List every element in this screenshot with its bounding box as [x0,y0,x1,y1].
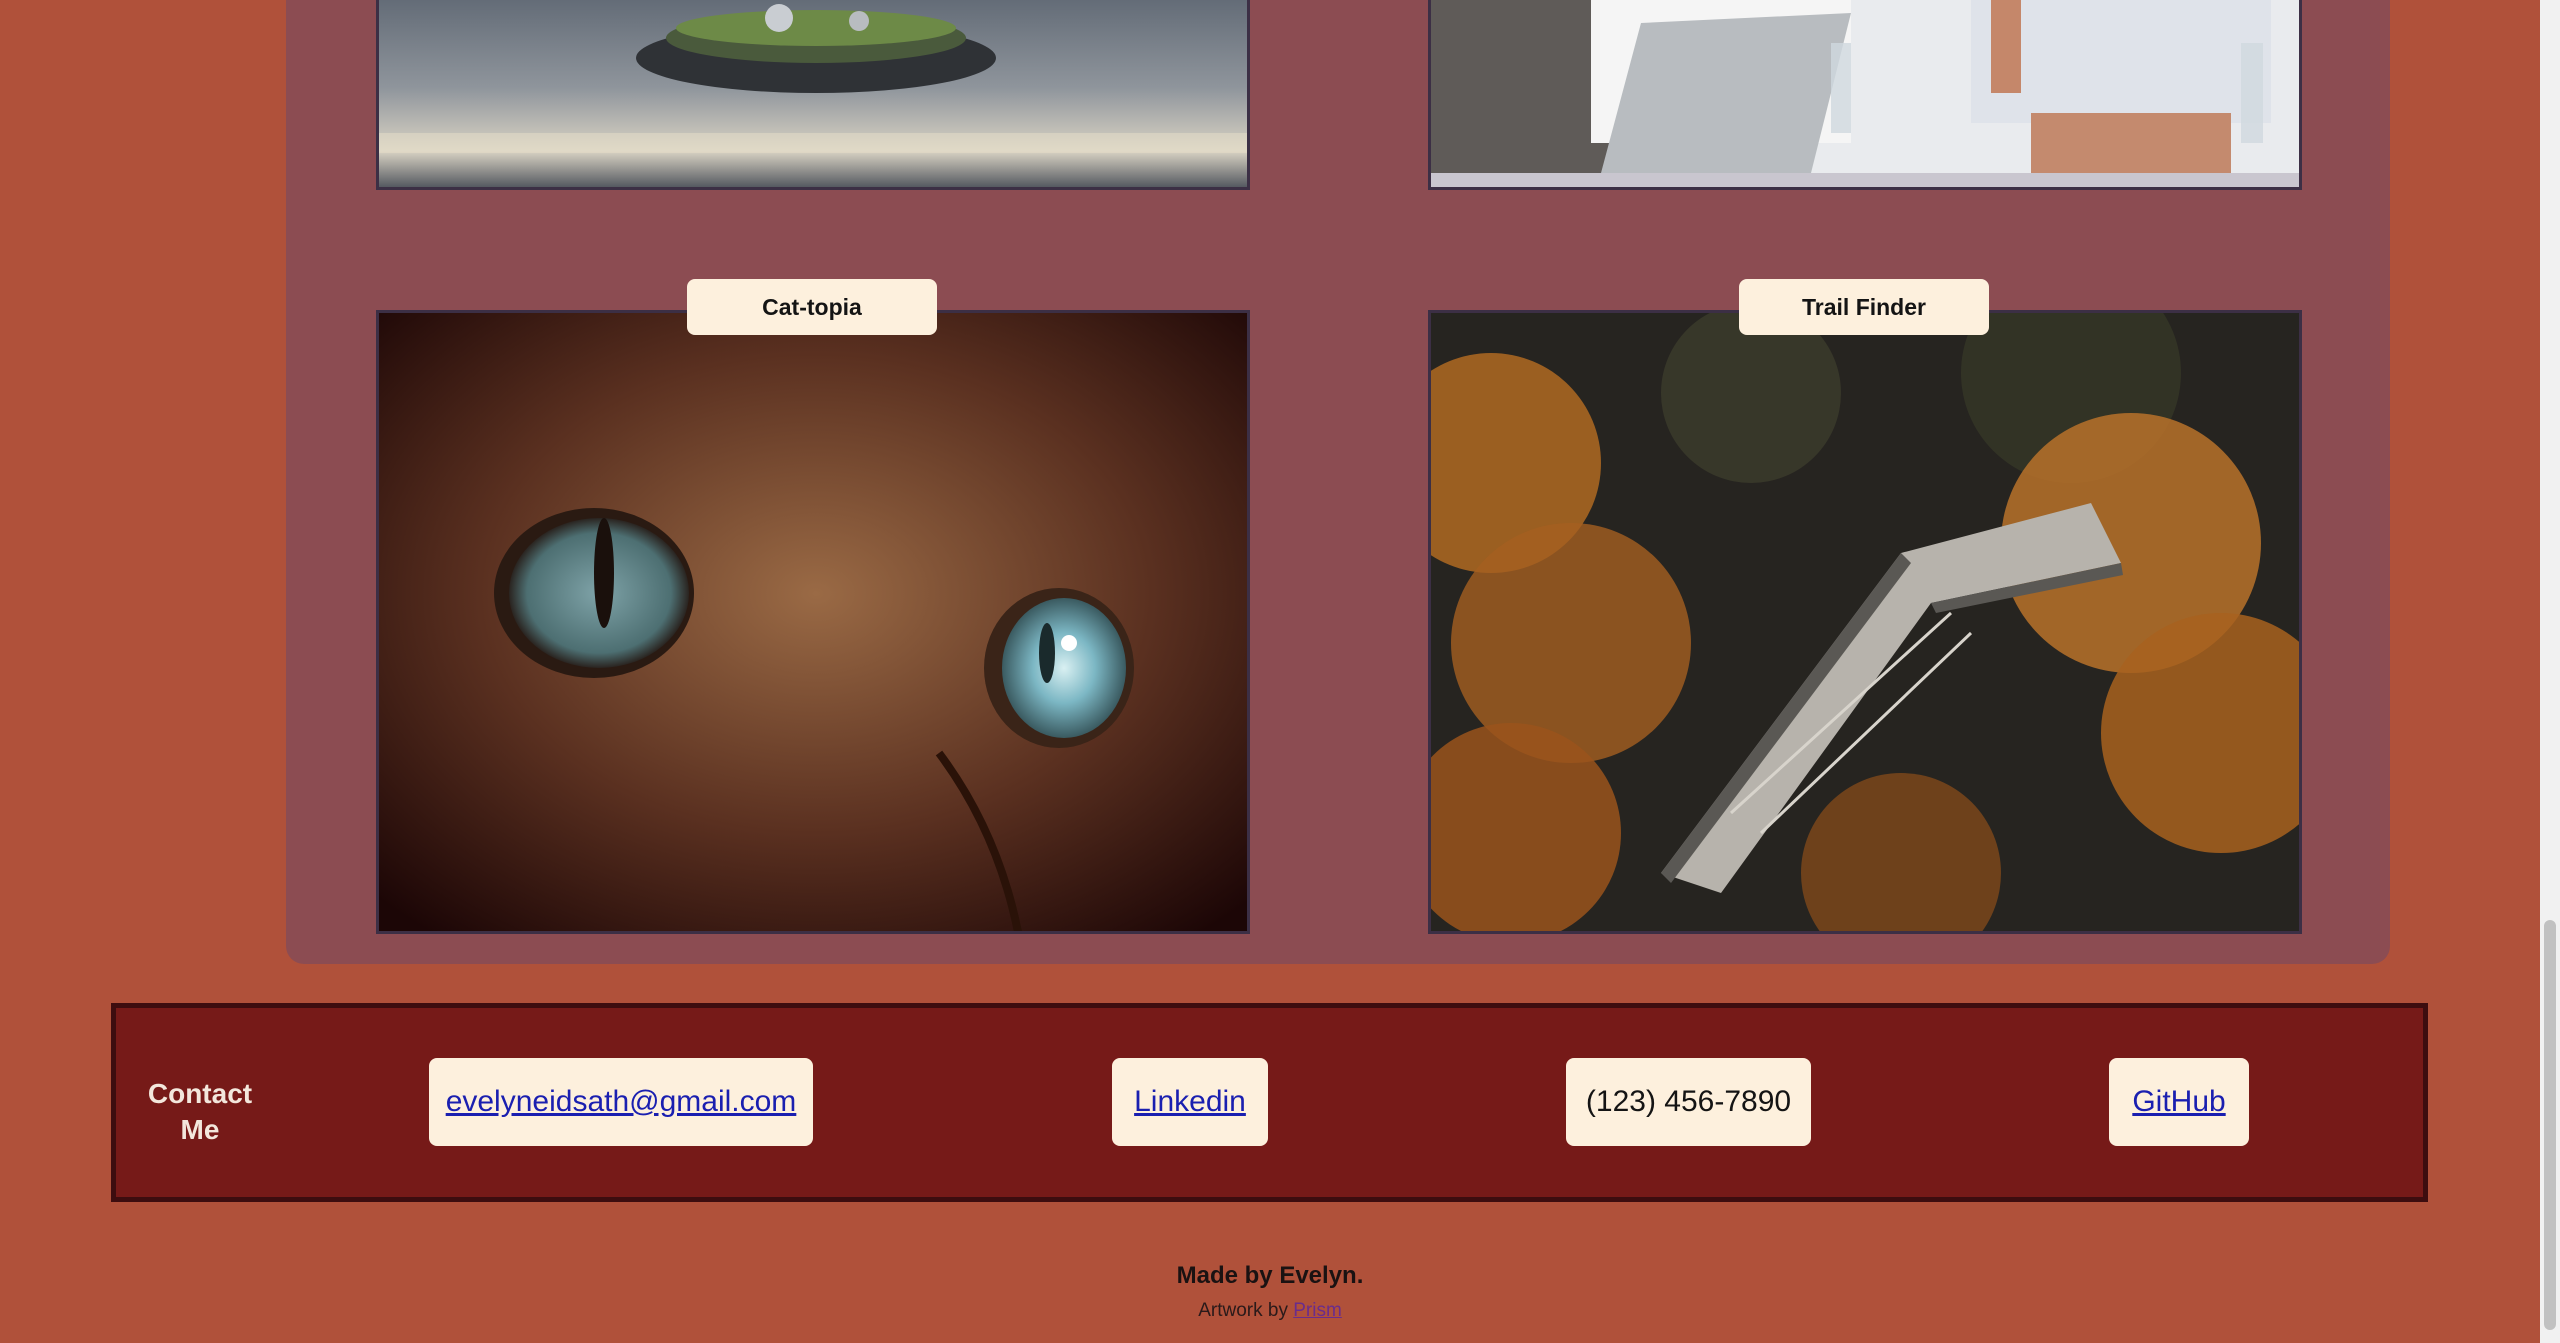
cat-eyes-image [379,313,1247,931]
phone-number: (123) 456-7890 [1585,1085,1792,1118]
made-by-text: Made by Evelyn. [1176,1262,1364,1289]
trail-finder-label: Trail Finder [1802,293,1926,320]
artwork-prefix: Artwork by [1198,1300,1288,1321]
meeting-image [1431,0,2299,187]
phone-card: (123) 456-7890 [1566,1058,1811,1146]
cat-topia-label: Cat-topia [762,293,862,320]
github-card[interactable]: GitHub [2109,1058,2249,1146]
contact-bar: Contact Me evelyneidsath@gmail.com Linke… [111,1003,2428,1202]
contact-title: Contact Me [147,1078,253,1145]
linkedin-card[interactable]: Linkedin [1112,1058,1268,1146]
github-link[interactable]: GitHub [2132,1085,2225,1119]
project-label-cat-topia: Cat-topia [687,279,937,335]
email-card[interactable]: evelyneidsath@gmail.com [429,1058,813,1146]
project-image-meeting[interactable] [1428,0,2302,190]
artwork-link[interactable]: Prism [1293,1300,1342,1321]
forest-boardwalk-image [1431,313,2299,931]
projects-panel: Cat-topia Trail Finder [286,0,2390,964]
page-scrollbar[interactable] [2540,0,2560,1343]
project-image-trail-finder[interactable] [1428,310,2302,934]
terrarium-image [379,0,1247,187]
project-label-trail-finder: Trail Finder [1739,279,1989,335]
scrollbar-thumb[interactable] [2544,920,2556,1330]
email-link[interactable]: evelyneidsath@gmail.com [446,1085,797,1119]
linkedin-link[interactable]: Linkedin [1134,1085,1246,1119]
artwork-credit: Artwork by Prism [0,1300,2540,1322]
project-image-terrarium[interactable] [376,0,1250,190]
project-image-cat-topia[interactable] [376,310,1250,934]
